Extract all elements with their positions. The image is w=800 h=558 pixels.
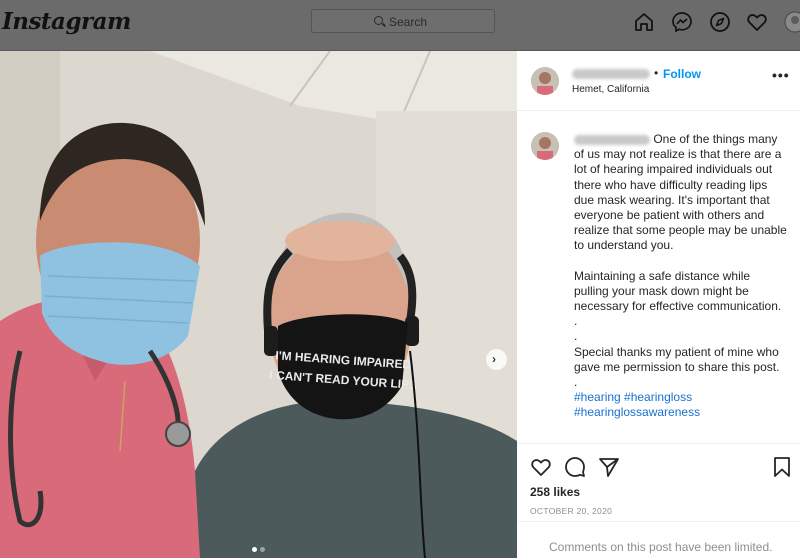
- caption-paragraph-1: One of the things many of us may not rea…: [574, 132, 787, 253]
- comments-limited-notice: Comments on this post have been limited.: [517, 521, 800, 558]
- carousel-dot-active: [252, 547, 257, 552]
- follow-button[interactable]: Follow: [663, 67, 701, 81]
- post-caption: One of the things many of us may not rea…: [574, 132, 788, 421]
- carousel-next-button[interactable]: ›: [486, 349, 507, 370]
- caption-paragraph-6: .: [574, 375, 578, 390]
- like-heart-icon[interactable]: [530, 456, 552, 478]
- post-location[interactable]: Hemet, California: [572, 84, 649, 95]
- caption-paragraph-3: .: [574, 314, 578, 329]
- caption-username-redacted[interactable]: [574, 134, 650, 145]
- comment-icon[interactable]: [564, 456, 586, 478]
- share-icon[interactable]: [598, 456, 620, 478]
- top-navigation: Instagram Search: [0, 0, 800, 50]
- save-bookmark-icon[interactable]: [771, 456, 793, 478]
- search-icon: [374, 16, 383, 25]
- post-details-panel: • Follow Hemet, California ••• One of th…: [517, 51, 800, 558]
- avatar[interactable]: [784, 11, 800, 33]
- chevron-right-icon: ›: [492, 352, 496, 366]
- caption-paragraph-4: .: [574, 329, 578, 344]
- hashtags-line-1[interactable]: #hearing #hearingloss: [574, 390, 788, 405]
- post-photo-illustration: I'M HEARING IMPAIRED I CAN'T READ YOUR L…: [0, 51, 517, 558]
- author-username-redacted[interactable]: [572, 69, 650, 79]
- caption-paragraph-2: Maintaining a safe distance while pullin…: [574, 268, 782, 314]
- caption-author-avatar[interactable]: [531, 132, 559, 160]
- more-options-icon[interactable]: •••: [772, 67, 790, 83]
- home-icon[interactable]: [633, 11, 655, 33]
- carousel-dot: [260, 547, 265, 552]
- heart-icon[interactable]: [746, 11, 768, 33]
- caption-paragraph-5: Special thanks my patient of mine who ga…: [574, 344, 780, 374]
- likes-count[interactable]: 258 likes: [530, 485, 580, 499]
- post-date[interactable]: OCTOBER 20, 2020: [530, 506, 612, 516]
- post-image[interactable]: I'M HEARING IMPAIRED I CAN'T READ YOUR L…: [0, 51, 517, 558]
- search-input[interactable]: Search: [311, 9, 495, 33]
- post-header: • Follow Hemet, California •••: [517, 51, 800, 111]
- author-avatar[interactable]: [531, 67, 559, 95]
- search-placeholder: Search: [389, 15, 428, 29]
- comments-limited-text: Comments on this post have been limited.: [549, 540, 773, 554]
- separator-bullet: •: [654, 66, 659, 80]
- post-actions: 258 likes OCTOBER 20, 2020 Comments on t…: [517, 443, 800, 558]
- hashtags-line-2[interactable]: #hearinglossawareness: [574, 405, 788, 420]
- messenger-icon[interactable]: [671, 11, 693, 33]
- explore-icon[interactable]: [709, 11, 731, 33]
- instagram-logo[interactable]: Instagram: [2, 8, 131, 35]
